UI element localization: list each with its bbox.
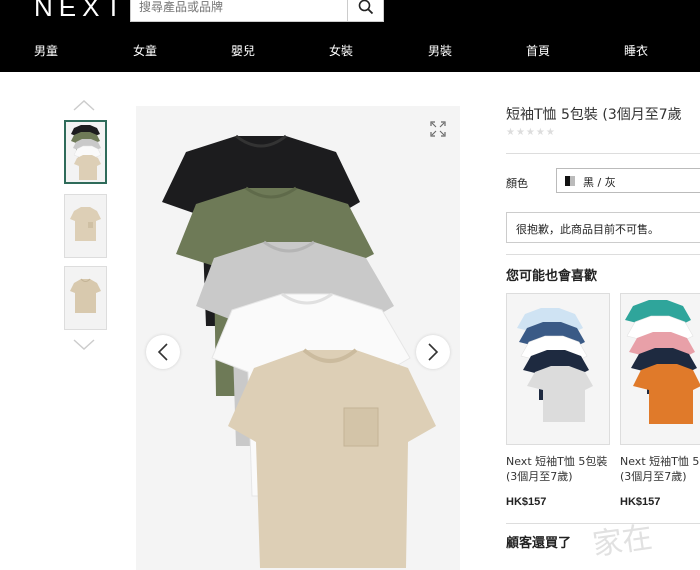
- site-header: NEXT 男童 女童 嬰兒 女裝 男裝 首頁 睡衣: [0, 0, 700, 72]
- thumbnails-down-button[interactable]: [73, 338, 95, 352]
- nav-item-women[interactable]: 女裝: [329, 42, 353, 59]
- recommendation-name-line1: Next 短袖T恤 5包裝: [506, 455, 608, 468]
- carousel-next-button[interactable]: [416, 335, 450, 369]
- recommendation-card[interactable]: Next 短袖T恤 5包裝 (3個月至7歲) HK$157: [506, 293, 610, 508]
- divider: [506, 153, 700, 154]
- nav-item-boys[interactable]: 男童: [34, 42, 58, 59]
- unavailable-notice-text: 很抱歉，此商品目前不可售。: [516, 223, 659, 236]
- next-logo[interactable]: NEXT: [34, 0, 127, 23]
- beige-tshirt-thumbnail: [65, 195, 106, 257]
- rating-stars: ★★★★★: [506, 127, 556, 138]
- recommendation-price: HK$157: [620, 496, 661, 508]
- search-input[interactable]: [131, 0, 347, 21]
- nav-item-sleepwear[interactable]: 睡衣: [624, 42, 648, 59]
- beige-tshirt-flat-thumbnail: [65, 267, 106, 329]
- unavailable-notice: 很抱歉，此商品目前不可售。: [506, 212, 700, 243]
- watermark: 家在: [590, 519, 655, 563]
- chevron-left-icon: [157, 343, 168, 361]
- tshirt-stack-thumbnail: [66, 122, 105, 182]
- recommendation-name-line1: Next 短袖T恤 5包: [620, 455, 700, 468]
- tshirt-pack-image: [621, 294, 700, 444]
- product-title: 短袖T恤 5包裝 (3個月至7歲: [506, 107, 682, 123]
- carousel-prev-button[interactable]: [146, 335, 180, 369]
- thumbnails-up-button[interactable]: [73, 98, 95, 112]
- thumbnail-1[interactable]: [64, 120, 107, 184]
- main-product-image[interactable]: [136, 106, 460, 570]
- expand-icon: [430, 121, 446, 137]
- also-bought-title: 顧客還買了: [506, 536, 572, 551]
- recommendation-image[interactable]: [506, 293, 610, 445]
- recommendation-name[interactable]: Next 短袖T恤 5包裝 (3個月至7歲): [506, 454, 610, 484]
- recommendations-title: 您可能也會喜歡: [506, 269, 598, 284]
- search-button[interactable]: [347, 0, 383, 21]
- color-swatch: [565, 176, 575, 186]
- color-label: 顏色: [506, 177, 528, 190]
- color-value: 黑 / 灰: [583, 176, 616, 189]
- recommendation-card[interactable]: Next 短袖T恤 5包 (3個月至7歲) HK$157: [620, 293, 700, 508]
- recommendation-price: HK$157: [506, 496, 547, 508]
- tshirt-pack-image: [507, 294, 609, 444]
- nav-item-girls[interactable]: 女童: [133, 42, 157, 59]
- nav-item-baby[interactable]: 嬰兒: [231, 42, 255, 59]
- search-bar: [130, 0, 384, 22]
- main-nav: 男童 女童 嬰兒 女裝 男裝 首頁 睡衣: [0, 42, 700, 64]
- recommendation-name-line2: (3個月至7歲): [620, 470, 687, 483]
- search-icon: [358, 0, 373, 15]
- chevron-down-icon: [73, 339, 95, 350]
- color-select[interactable]: 黑 / 灰: [556, 168, 700, 193]
- recommendation-image[interactable]: [620, 293, 700, 445]
- chevron-right-icon: [428, 343, 439, 361]
- divider: [506, 254, 700, 255]
- nav-item-home[interactable]: 首頁: [526, 42, 550, 59]
- divider: [506, 523, 700, 524]
- nav-item-men[interactable]: 男裝: [428, 42, 452, 59]
- recommendation-name[interactable]: Next 短袖T恤 5包 (3個月至7歲): [620, 454, 700, 484]
- recommendation-name-line2: (3個月至7歲): [506, 470, 573, 483]
- expand-image-button[interactable]: [430, 121, 446, 137]
- thumbnail-3[interactable]: [64, 266, 107, 330]
- thumbnail-2[interactable]: [64, 194, 107, 258]
- tshirt-stack-image: [136, 106, 460, 570]
- chevron-up-icon: [73, 100, 95, 111]
